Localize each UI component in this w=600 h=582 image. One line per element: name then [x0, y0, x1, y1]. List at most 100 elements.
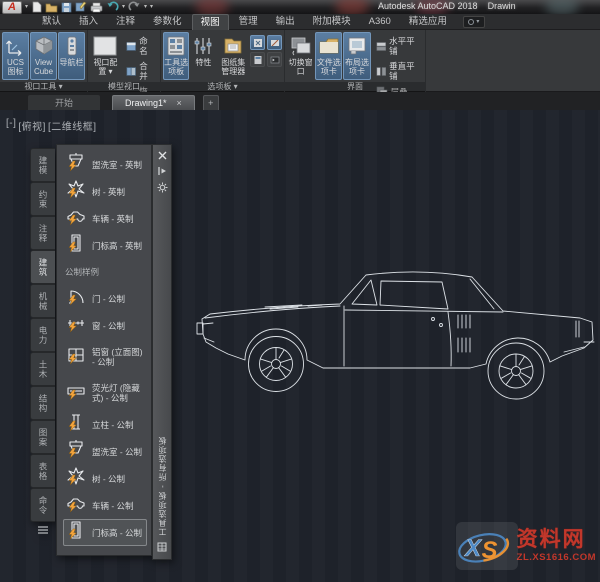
palette-overflow-icon[interactable] [30, 522, 55, 538]
palette-side-tab[interactable]: 电力 [30, 318, 55, 352]
palette-item[interactable]: 树 - 英制 [63, 178, 147, 205]
ribbon-tab-output[interactable]: 输出 [268, 14, 303, 29]
palette-side-tab-label: 电力 [38, 325, 48, 345]
panel-interface: 切换窗口 文件选项卡 布局选项卡 水平平铺 垂直平铺 界面 [285, 30, 426, 97]
palette-item[interactable]: 树 - 公制 [63, 465, 147, 492]
palette-side-tab-label: 机械 [38, 291, 48, 311]
saveas-icon[interactable] [75, 1, 87, 13]
viewport-view-control[interactable]: [俯视] [18, 118, 46, 133]
palette-item[interactable]: 荧光灯 (隐藏式) - 公制 [63, 375, 147, 411]
viewport-configuration-button[interactable]: 视口配置 ▾ [90, 32, 121, 80]
autohide-icon[interactable] [155, 164, 169, 178]
palette-title-bar[interactable]: 工具选项板 - 所有选项板 [152, 144, 172, 560]
palette-item[interactable]: 盥洗室 - 英制 [63, 151, 147, 178]
door-elev-icon [66, 520, 86, 545]
xref-palette-icon[interactable] [250, 35, 265, 50]
new-icon[interactable] [31, 1, 42, 13]
ribbon-tab-manage[interactable]: 管理 [231, 14, 266, 29]
redo-caret-icon[interactable]: ▾ [144, 4, 147, 10]
close-icon[interactable] [155, 148, 169, 162]
viewcube-button[interactable]: View Cube [30, 32, 57, 80]
properties-palette-button[interactable]: 特性 [190, 32, 216, 80]
drawing-canvas[interactable]: [-] [俯视] [二维线框] 建模 约束 注释 建筑 机械 电力 土木 结构 … [0, 110, 600, 582]
named-viewports-button[interactable]: 命名 [122, 34, 158, 58]
palette-item[interactable]: 立柱 - 公制 [63, 411, 147, 438]
panel-label[interactable]: 界面 [285, 82, 425, 92]
panel-label[interactable]: 模型视口 [88, 82, 160, 92]
allpalettes-grid-icon[interactable] [155, 540, 169, 554]
properties-gear-icon[interactable] [155, 180, 169, 194]
quickcalc-palette-icon[interactable] [250, 52, 265, 67]
tab-close-icon[interactable]: × [177, 98, 182, 108]
palette-side-tab[interactable]: 命令 [30, 488, 55, 522]
palette-side-tab[interactable]: 土木 [30, 352, 55, 386]
tile-horizontal-icon [376, 41, 386, 51]
open-icon[interactable] [45, 1, 58, 13]
commandline-palette-icon[interactable] [267, 52, 282, 67]
palette-item[interactable]: 门标高 - 公制 [63, 519, 147, 546]
door-elev-icon [66, 233, 86, 258]
palette-side-tab[interactable]: 图案 [30, 420, 55, 454]
palette-item[interactable]: 车辆 - 公制 [63, 492, 147, 519]
layout-tabs-button[interactable]: 布局选项卡 [343, 32, 371, 80]
tool-palettes-button[interactable]: 工具选项板 [163, 32, 190, 80]
viewport-visual-style-control[interactable]: [二维线框] [48, 118, 97, 133]
palette-item[interactable]: 门 - 公制 [63, 285, 147, 312]
ribbon: UCS 图标 View Cube 导航栏 视口工具 ▾ 视口配置 ▾ 命名 合并… [0, 30, 600, 106]
palette-side-tab[interactable]: 建筑 [30, 250, 55, 284]
ribbon-tab-annotate[interactable]: 注释 [108, 14, 143, 29]
file-tabs-icon [319, 38, 339, 54]
media-camera-icon[interactable]: ▾ [462, 15, 485, 28]
panel-label[interactable]: 选项板 ▾ [161, 82, 284, 92]
new-drawing-tab-button[interactable]: + [202, 95, 219, 110]
palette-side-tab[interactable]: 结构 [30, 386, 55, 420]
car-wireframe-drawing[interactable] [180, 252, 600, 407]
save-icon[interactable] [61, 2, 72, 13]
ribbon-tab-a360[interactable]: A360 [361, 14, 399, 29]
qat-customize-caret-icon[interactable]: ▾ [150, 4, 153, 10]
sheet-set-manager-button[interactable]: 图纸集管理器 [218, 32, 249, 80]
palette-side-tab[interactable]: 机械 [30, 284, 55, 318]
switch-windows-button[interactable]: 切换窗口 [287, 32, 314, 80]
file-tabs-button[interactable]: 文件选项卡 [315, 32, 343, 80]
palette-item[interactable]: 门标高 - 英制 [63, 232, 147, 259]
plot-icon[interactable] [90, 2, 103, 13]
palette-item-label: 荧光灯 (隐藏式) - 公制 [92, 383, 140, 403]
palette-side-tab-label: 建模 [38, 155, 48, 175]
palette-side-tab[interactable]: 表格 [30, 454, 55, 488]
ucs-icon-button[interactable]: UCS 图标 [2, 32, 29, 80]
column-icon [66, 412, 86, 437]
palette-item[interactable]: 盥洗室 - 公制 [63, 438, 147, 465]
markup-palette-icon[interactable] [267, 35, 282, 50]
redo-icon[interactable] [128, 1, 141, 13]
tab-drawing1[interactable]: Drawing1* × [112, 95, 195, 110]
panel-label[interactable]: 视口工具 ▾ [0, 82, 87, 92]
palette-item[interactable]: 窗 - 公制 [63, 312, 147, 339]
tile-vertically-button[interactable]: 垂直平铺 [372, 59, 423, 83]
palette-side-tab[interactable]: 约束 [30, 182, 55, 216]
ribbon-tab-bar: 默认 插入 注释 参数化 视图 管理 输出 附加模块 A360 精选应用 ▾ [0, 13, 600, 30]
undo-caret-icon[interactable]: ▾ [122, 4, 125, 10]
join-viewports-button[interactable]: 合并 [122, 59, 158, 83]
app-menu-caret-icon[interactable]: ▾ [25, 4, 28, 10]
ribbon-tab-addins[interactable]: 附加模块 [305, 14, 359, 29]
ribbon-tab-parametric[interactable]: 参数化 [145, 14, 190, 29]
ribbon-tab-featured-apps[interactable]: 精选应用 [401, 14, 455, 29]
palette-item-label: 门标高 - 公制 [92, 527, 143, 538]
ribbon-tab-insert[interactable]: 插入 [71, 14, 106, 29]
navigation-bar-button[interactable]: 导航栏 [58, 32, 85, 80]
ribbon-tab-default[interactable]: 默认 [34, 14, 69, 29]
viewport-minimize-control[interactable]: [-] [6, 118, 16, 133]
palette-side-tab[interactable]: 注释 [30, 216, 55, 250]
ribbon-tab-view[interactable]: 视图 [191, 13, 229, 30]
palette-side-tab[interactable]: 建模 [30, 148, 55, 182]
aero-blur-decoration [335, 0, 369, 14]
palette-item[interactable]: 铝窗 (立面图) - 公制 [63, 339, 147, 375]
palette-item-label: 门标高 - 英制 [92, 240, 143, 251]
palette-item[interactable]: 车辆 - 英制 [63, 205, 147, 232]
tile-horizontally-button[interactable]: 水平平铺 [372, 34, 423, 58]
join-viewport-icon [126, 66, 136, 76]
tab-start[interactable]: 开始 [28, 95, 100, 110]
app-menu-button[interactable]: A [2, 0, 22, 14]
undo-icon[interactable] [106, 1, 119, 13]
